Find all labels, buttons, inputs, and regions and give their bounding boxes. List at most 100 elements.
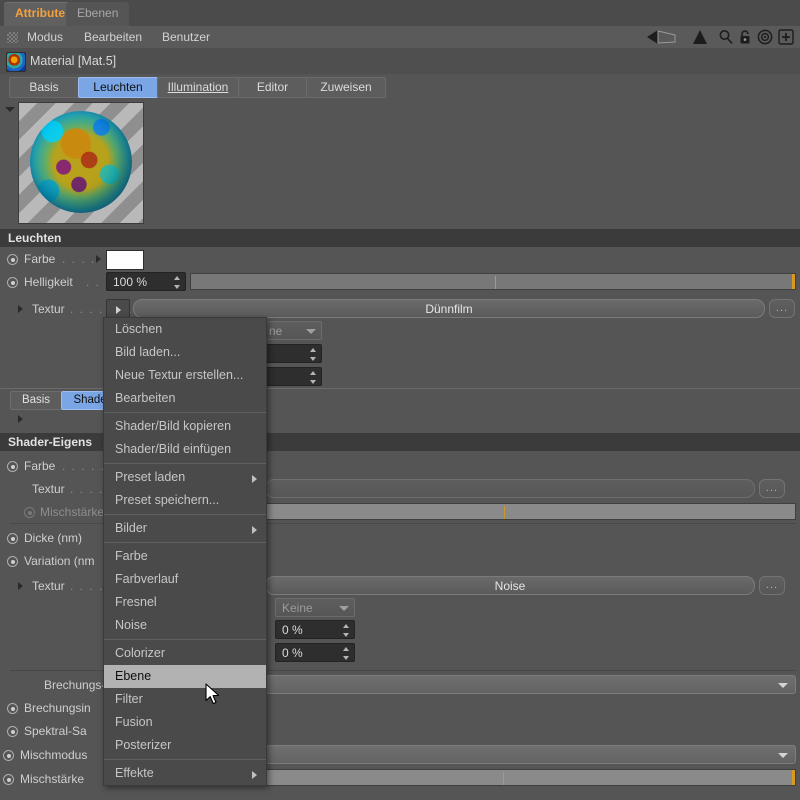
up-arrow-icon[interactable] [692,28,708,46]
hidden-combo-field[interactable]: ne [262,321,322,340]
farbe-expand-icon[interactable] [96,255,101,263]
target-icon[interactable] [757,29,773,45]
lock-icon[interactable] [738,29,752,45]
menu-bearbeiten[interactable]: Bearbeiten [84,29,142,46]
dicke-label: Dicke (nm) [24,527,82,549]
menu-item-shader-bild-kopieren[interactable]: Shader/Bild kopieren [104,415,266,438]
menu-item-farbverlauf[interactable]: Farbverlauf [104,568,266,591]
tab-leuchten[interactable]: Leuchten [78,77,158,98]
tab-zuweisen[interactable]: Zuweisen [306,77,386,98]
tab-editor[interactable]: Editor [238,77,307,98]
mischmodus-combo[interactable] [266,745,796,764]
textur-menu-button[interactable] [106,299,130,318]
brechungsindex-label: Brechungsin [24,697,91,719]
mischmodus-animation-dot[interactable] [3,750,14,761]
shader-textur-label: Textur [32,478,65,500]
cinema4d-attribute-manager: Attribute Ebenen Modus Bearbeiten Benutz… [0,0,800,800]
hidden-spinner-2-arrows[interactable] [310,371,317,384]
material-preview[interactable] [18,102,144,224]
mischstaerke-slider[interactable] [266,769,796,786]
dicke-animation-dot[interactable] [7,533,18,544]
menu-item-fusion[interactable]: Fusion [104,711,266,734]
hidden-spinner-1-arrows[interactable] [310,348,317,361]
material-channel-tabs: Basis Leuchten Illumination Editor Zuwei… [0,77,800,98]
helligkeit-spinner[interactable] [174,276,181,289]
subtab-basis[interactable]: Basis [10,391,62,410]
menu-separator-6 [104,759,266,760]
menu-item-bild-laden[interactable]: Bild laden... [104,341,266,364]
submenu-arrow-icon-2 [252,526,257,534]
preview-collapse-icon[interactable] [5,107,15,112]
noise-shader-button[interactable]: Noise [265,576,755,595]
tab-ebenen[interactable]: Ebenen [66,2,129,26]
noise-browse-button[interactable]: ... [759,576,785,595]
textur-shader-button[interactable]: Dünnfilm [133,299,765,318]
noise-value-field-1[interactable]: 0 % [275,620,355,639]
tab-illumination[interactable]: Illumination [157,77,239,98]
spektral-animation-dot[interactable] [7,726,18,737]
farbe-color-swatch[interactable] [106,250,144,270]
menu-separator-3 [104,514,266,515]
menu-item-preset-laden[interactable]: Preset laden [104,466,266,489]
back-arrow-icon[interactable] [645,28,679,46]
noise-value-field-2[interactable]: 0 % [275,643,355,662]
shader-farbe-animation-dot[interactable] [7,461,18,472]
brechungs-combo[interactable] [266,675,796,694]
menu-item-neue-textur-erstellen[interactable]: Neue Textur erstellen... [104,364,266,387]
hidden-spinner-1[interactable] [262,344,322,363]
drag-grip-icon[interactable] [7,32,18,43]
textur-browse-button[interactable]: ... [769,299,795,318]
section-leuchten-label: Leuchten [8,231,61,245]
shader-mischstaerke-animation-dot[interactable] [24,507,35,518]
menu-item-ebene[interactable]: Ebene [104,665,266,688]
noise-expand-icon[interactable] [18,582,23,590]
noise-spinner-2[interactable] [343,647,350,660]
shader-mischstaerke-slider[interactable] [265,503,796,520]
menu-item-effekte[interactable]: Effekte [104,762,266,785]
noise-spinner-1[interactable] [343,624,350,637]
noise-value-2: 0 % [282,646,303,660]
menu-item-filter[interactable]: Filter [104,688,266,711]
row-helligkeit: Helligkeit . . . 100 % [0,271,800,293]
menu-item-colorizer[interactable]: Colorizer [104,642,266,665]
mischstaerke-animation-dot[interactable] [3,774,14,785]
hidden-spinner-2[interactable] [262,367,322,386]
menu-item-fresnel[interactable]: Fresnel [104,591,266,614]
shader-textur-field[interactable] [265,479,755,498]
helligkeit-value-field[interactable]: 100 % [106,272,186,291]
menu-item-preset-speichern[interactable]: Preset speichern... [104,489,266,512]
variation-animation-dot[interactable] [7,556,18,567]
helligkeit-slider[interactable] [190,273,796,290]
menu-item-effekte-label: Effekte [115,766,154,780]
texture-context-menu[interactable]: Löschen Bild laden... Neue Textur erstel… [103,317,267,786]
farbe-animation-dot[interactable] [7,254,18,265]
menu-item-farbe[interactable]: Farbe [104,545,266,568]
menu-separator-5 [104,639,266,640]
farbe-label: Farbe [24,248,55,270]
plus-icon[interactable] [778,29,794,45]
shader-textur-browse-button[interactable]: ... [759,479,785,498]
noise-type-combo[interactable]: Keine [275,598,355,617]
menu-item-noise[interactable]: Noise [104,614,266,637]
menu-item-posterizer[interactable]: Posterizer [104,734,266,757]
noise-value-1: 0 % [282,623,303,637]
menu-benutzer[interactable]: Benutzer [162,29,210,46]
chevron-down-icon-3 [778,683,788,688]
brechungsindex-animation-dot[interactable] [7,703,18,714]
magnifier-icon[interactable] [718,29,734,45]
submenu-arrow-icon-3 [252,771,257,779]
menu-modus[interactable]: Modus [27,29,63,46]
helligkeit-label: Helligkeit [24,271,73,293]
menu-item-shader-bild-einfuegen[interactable]: Shader/Bild einfügen [104,438,266,461]
variation-label: Variation (nm [24,550,94,572]
menu-item-loeschen[interactable]: Löschen [104,318,266,341]
helligkeit-value: 100 % [113,275,147,289]
menu-item-bearbeiten[interactable]: Bearbeiten [104,387,266,410]
menu-item-bilder[interactable]: Bilder [104,517,266,540]
menu-separator-2 [104,463,266,464]
shader-expand-icon[interactable] [18,415,23,423]
helligkeit-animation-dot[interactable] [7,277,18,288]
tab-basis[interactable]: Basis [9,77,79,98]
textur-expand-icon[interactable] [18,305,23,313]
menu-separator-4 [104,542,266,543]
